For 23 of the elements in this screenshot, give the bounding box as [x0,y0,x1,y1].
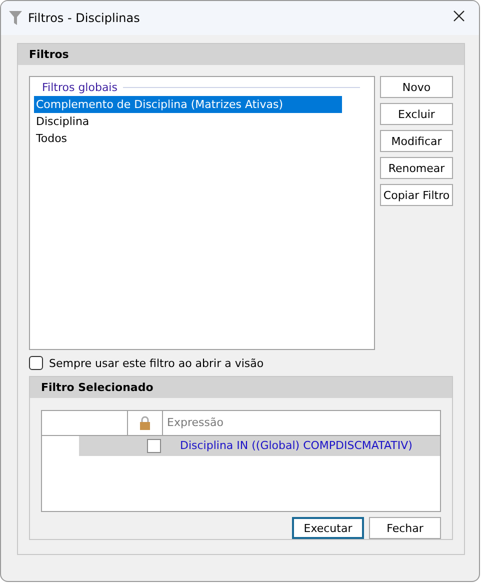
panel-header: Filtro Selecionado [30,377,452,398]
column-header: Expressão [166,415,224,432]
checkbox[interactable] [29,356,43,370]
action-button[interactable]: Excluir [380,103,453,125]
panel-header: Filtros [18,44,464,65]
list-item[interactable]: Disciplina [34,113,342,130]
funnel-icon [9,11,22,25]
dialog-button[interactable]: Executar [292,517,364,539]
checkbox-label: Sempre usar este filtro ao abrir a visão [49,356,264,370]
action-button[interactable]: Modificar [380,130,453,152]
action-button[interactable]: Renomear [380,157,453,179]
expression-text: Disciplina IN ((Global) COMPDISCMATATIV) [179,439,412,452]
list-item[interactable]: Complemento de Disciplina (Matrizes Ativas) [34,96,342,113]
grid-row[interactable]: Disciplina IN ((Global) COMPDISCMATATIV) [79,436,440,456]
dialog-button[interactable]: Fechar [369,517,441,539]
list-item[interactable]: Todos [34,130,342,147]
action-button[interactable]: Copiar Filtro [380,184,453,206]
close-icon [453,10,465,22]
window-title: Filtros - Disciplinas [28,11,141,25]
padlock-icon [140,416,150,430]
action-button[interactable]: Novo [380,76,453,98]
group-label: Filtros globais [42,81,118,94]
lock-checkbox[interactable] [147,438,161,453]
